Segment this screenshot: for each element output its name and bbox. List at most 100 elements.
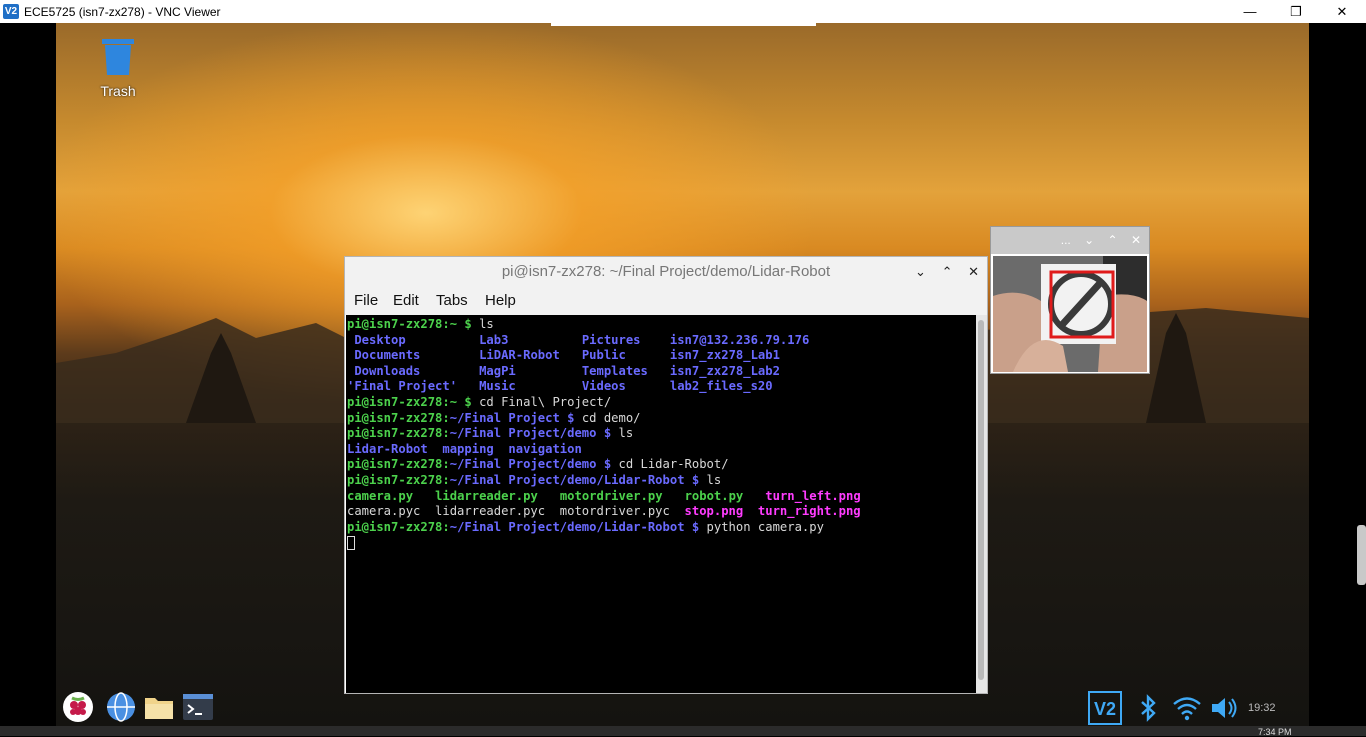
terminal-text-segment: cd Lidar-Robot/ [618, 457, 729, 472]
terminal-text-segment: cd Final\ Project/ [479, 394, 612, 409]
terminal-menubar: File Edit Tabs Help [345, 287, 987, 315]
terminal-line: pi@isn7-zx278:~ $ cd Final\ Project/ [347, 395, 976, 411]
terminal-line: pi@isn7-zx278:~/Final Project/demo/Lidar… [347, 520, 976, 536]
terminal-line: pi@isn7-zx278:~/Final Project/demo $ cd … [347, 457, 976, 473]
menu-tabs[interactable]: Tabs [436, 292, 468, 309]
terminal-text-segment: ls [479, 317, 494, 331]
terminal-text-segment: Desktop [347, 332, 480, 347]
menu-file[interactable]: File [354, 292, 378, 309]
terminal-text-segment: motordriver.py [559, 488, 685, 503]
terminal-line: pi@isn7-zx278:~/Final Project $ cd demo/ [347, 411, 976, 427]
terminal-line: Lidar-Robot mapping navigation [347, 442, 976, 458]
trash-icon [102, 39, 134, 75]
terminal-text-segment: pi@isn7-zx278: [347, 457, 450, 472]
volume-icon[interactable] [1207, 691, 1241, 725]
window-title: ECE5725 (isn7-zx278) - VNC Viewer [24, 5, 221, 19]
terminal-launcher-icon[interactable] [182, 691, 214, 723]
viewer-scroll-handle[interactable] [1357, 525, 1366, 585]
vnc-logo-icon: V2 [3, 4, 19, 19]
camera-more-button[interactable]: ... [1061, 233, 1071, 247]
restore-button[interactable]: ❐ [1273, 0, 1319, 23]
file-manager-icon[interactable] [143, 691, 175, 723]
camera-window-titlebar: ... ⌄ ⌃ ✕ [991, 227, 1149, 254]
terminal-text-segment: ls [618, 426, 634, 441]
bluetooth-icon[interactable] [1131, 691, 1165, 725]
terminal-text-segment: cd demo/ [581, 410, 641, 425]
terminal-text-segment: Pictures [581, 332, 670, 347]
vnc-server-icon[interactable]: V2 [1088, 691, 1122, 725]
terminal-text-segment: ~/Final Project/demo/Lidar-Robot $ [449, 472, 707, 487]
viewer-right-margin [1309, 23, 1366, 726]
terminal-text-segment: 'Final Project' [347, 379, 480, 394]
terminal-maximize-button[interactable]: ⌃ [942, 264, 953, 279]
camera-minimize-button[interactable]: ⌄ [1084, 233, 1094, 247]
terminal-text-segment: stop.png [684, 504, 758, 519]
terminal-line: Downloads MagPi Templates isn7_zx278_Lab… [347, 364, 976, 380]
svg-text:V2: V2 [1094, 699, 1116, 719]
terminal-text-segment: MagPi [479, 363, 582, 378]
terminal-text-segment: turn_left.png [765, 488, 861, 503]
terminal-text-segment: ~/Final Project/demo $ [449, 426, 619, 441]
terminal-output[interactable]: pi@isn7-zx278:~ $ ls Desktop Lab3 Pictur… [346, 315, 976, 693]
camera-preview-window[interactable]: ... ⌄ ⌃ ✕ [990, 226, 1150, 374]
terminal-text-segment: ~/Final Project/demo $ [449, 457, 619, 472]
terminal-text-segment: Templates [581, 363, 670, 378]
menu-edit[interactable]: Edit [393, 292, 419, 309]
web-browser-icon[interactable] [105, 691, 137, 723]
terminal-window[interactable]: pi@isn7-zx278: ~/Final Project/demo/Lida… [344, 256, 988, 694]
terminal-text-segment: pi@isn7-zx278: [347, 426, 450, 441]
terminal-scroll-thumb[interactable] [978, 320, 984, 680]
minimize-button[interactable]: — [1227, 0, 1273, 23]
terminal-close-button[interactable]: ✕ [968, 264, 979, 279]
terminal-text-segment: LiDAR-Robot [479, 348, 582, 363]
raspberry-menu-icon[interactable] [62, 691, 94, 723]
terminal-line: camera.pyc lidarreader.pyc motordriver.p… [347, 504, 976, 520]
terminal-text-segment: robot.py [684, 488, 766, 503]
terminal-text-segment: isn7_zx278_Lab2 [669, 363, 780, 378]
terminal-text-segment: pi@isn7-zx278: [347, 472, 450, 487]
terminal-text-segment: Downloads [347, 363, 480, 378]
terminal-text-segment: Lab3 [479, 332, 582, 347]
terminal-line: camera.py lidarreader.py motordriver.py … [347, 489, 976, 505]
trash-label: Trash [100, 83, 136, 99]
camera-close-button[interactable]: ✕ [1131, 233, 1141, 247]
terminal-text-segment: Music [479, 379, 582, 394]
terminal-text-segment: Lidar-Robot mapping navigation [347, 441, 582, 456]
terminal-line: Desktop Lab3 Pictures isn7@132.236.79.17… [347, 333, 976, 349]
close-button[interactable]: ✕ [1319, 0, 1365, 23]
terminal-scrollbar[interactable] [976, 315, 987, 693]
terminal-text-segment: pi@isn7-zx278:~ $ [347, 394, 480, 409]
terminal-text-segment: pi@isn7-zx278: [347, 519, 450, 534]
terminal-line: pi@isn7-zx278:~/Final Project/demo $ ls [347, 426, 976, 442]
panel-clock: 19:32 [1248, 702, 1276, 714]
terminal-text-segment: Videos [581, 379, 670, 394]
terminal-text-segment: pi@isn7-zx278:~ $ [347, 317, 480, 331]
terminal-line: 'Final Project' Music Videos lab2_files_… [347, 379, 976, 395]
terminal-minimize-button[interactable]: ⌄ [915, 264, 926, 279]
terminal-title: pi@isn7-zx278: ~/Final Project/demo/Lida… [345, 257, 987, 287]
terminal-text-segment: isn7@132.236.79.176 [669, 332, 810, 347]
terminal-text-segment: lidarreader.py [435, 488, 560, 503]
terminal-text-segment: turn_right.png [757, 504, 861, 519]
trash-desktop-icon[interactable]: Trash [96, 38, 140, 99]
terminal-text-segment: Public [581, 348, 670, 363]
wifi-icon[interactable] [1170, 691, 1204, 725]
terminal-text-segment: ~/Final Project/demo/Lidar-Robot $ [449, 519, 707, 534]
terminal-cursor [347, 535, 355, 550]
terminal-text-segment: ls [706, 472, 722, 487]
terminal-text-segment: lab2_files_s20 [669, 379, 773, 394]
camera-maximize-button[interactable]: ⌃ [1108, 233, 1118, 247]
terminal-line: Documents LiDAR-Robot Public isn7_zx278_… [347, 348, 976, 364]
host-taskbar-edge [0, 726, 1366, 736]
menu-help[interactable]: Help [485, 292, 516, 309]
vnc-titlebar: V2 ECE5725 (isn7-zx278) - VNC Viewer — ❐… [0, 0, 1366, 23]
terminal-window-controls: ⌄ ⌃ ✕ [903, 257, 979, 287]
terminal-text-segment: Documents [347, 348, 480, 363]
terminal-text-segment: isn7_zx278_Lab1 [669, 348, 780, 363]
terminal-line: pi@isn7-zx278:~/Final Project/demo/Lidar… [347, 473, 976, 489]
terminal-text-segment: camera.py [347, 488, 436, 503]
top-panel-strip [551, 23, 816, 26]
terminal-line: pi@isn7-zx278:~ $ ls [347, 317, 976, 333]
terminal-cursor-line [347, 535, 976, 551]
camera-frame [993, 256, 1147, 372]
